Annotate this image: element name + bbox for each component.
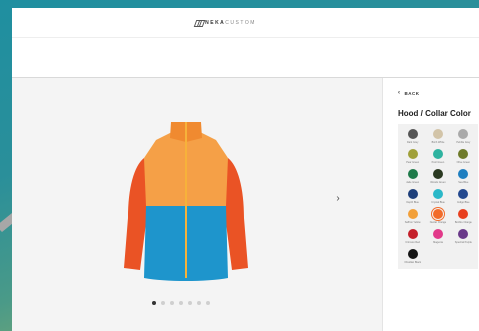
swatch-label: Jade Green (406, 181, 420, 184)
carousel-dot[interactable] (170, 301, 174, 305)
color-swatch[interactable]: Crimson Red (400, 229, 425, 244)
color-swatch[interactable]: Crystal Blue (425, 189, 450, 204)
carousel-dot[interactable] (179, 301, 183, 305)
swatch-circle (432, 189, 443, 199)
swatch-label: Sea Blue (458, 181, 469, 184)
swatch-circle (458, 229, 469, 239)
color-swatch[interactable]: Obsidian Black (400, 249, 425, 264)
top-bar: NEKACUSTOM (12, 8, 479, 38)
swatch-circle (432, 149, 443, 159)
color-swatch[interactable]: Saffron Yellow (400, 209, 425, 224)
swatch-circle (432, 209, 443, 219)
swatch-circle (407, 249, 418, 259)
swatch-circle (407, 189, 418, 199)
swatch-label: Crystal Blue (431, 201, 445, 204)
color-swatch[interactable]: Indigo Blue (451, 189, 476, 204)
color-swatch[interactable]: Depth Blue (400, 189, 425, 204)
swatch-label: Indigo Blue (457, 201, 470, 204)
swatch-label: Dark Grey (406, 141, 419, 144)
swatch-label: Obsidian Black (404, 261, 421, 264)
carousel-dot[interactable] (206, 301, 210, 305)
chevron-left-icon: ‹ (398, 90, 401, 96)
swatch-label: Woods Green (430, 181, 446, 184)
brand-logo[interactable]: NEKACUSTOM (195, 20, 256, 26)
chevron-right-icon[interactable]: › (332, 192, 344, 204)
color-swatch-grid: Dark Grey Birch White Pebble Grey Pear Gree… (398, 124, 478, 269)
swatch-circle (407, 169, 418, 179)
brand-logo-icon (195, 20, 202, 25)
swatch-circle (407, 209, 418, 219)
swatch-circle (432, 229, 443, 239)
swatch-label: Spectral Purple (454, 241, 472, 244)
swatch-label: Pebble Grey (456, 141, 471, 144)
swatch-circle (432, 129, 443, 139)
swatch-label: Bonfire Orange (454, 221, 472, 224)
color-swatch[interactable]: Dark Grey (400, 129, 425, 144)
swatch-circle (458, 169, 469, 179)
brand-name: NEKACUSTOM (205, 19, 256, 26)
swatch-label: Saffron Yellow (404, 221, 421, 224)
color-swatch[interactable]: Pool Green (425, 149, 450, 164)
swatch-label: Birch White (431, 141, 445, 144)
swatch-circle (458, 189, 469, 199)
swatch-label: Crimson Red (405, 241, 420, 244)
color-swatch[interactable]: Jade Green (400, 169, 425, 184)
color-swatch[interactable]: Bonfire Orange (451, 209, 476, 224)
swatch-circle (407, 129, 418, 139)
swatch-label: Magenta (433, 241, 443, 244)
color-swatch[interactable]: Woods Green (425, 169, 450, 184)
back-button[interactable]: ‹ BACK (398, 90, 479, 96)
swatch-label: Depth Blue (406, 201, 419, 204)
main-content: › ‹ BACK Hood / Collar Color Dark Grey Bi… (12, 78, 479, 331)
carousel-dot[interactable] (188, 301, 192, 305)
swatch-label: Pool Green (431, 161, 445, 164)
swatch-label: Pear Green (406, 161, 420, 164)
app-window: NEKACUSTOM › ‹ BACK Hood / Collar Color … (12, 8, 479, 331)
section-title: Hood / Collar Color (398, 109, 471, 118)
swatch-label: Olive Green (456, 161, 470, 164)
swatch-label: Nectar Orange (429, 221, 447, 224)
product-preview: › (12, 78, 382, 331)
carousel-dot[interactable] (152, 301, 156, 305)
color-swatch[interactable]: Spectral Purple (451, 229, 476, 244)
carousel-dots (152, 301, 210, 305)
color-swatch[interactable]: Birch White (425, 129, 450, 144)
swatch-circle (432, 169, 443, 179)
back-label: BACK (404, 90, 420, 96)
color-swatch[interactable]: Pear Green (400, 149, 425, 164)
color-swatch[interactable]: Sea Blue (451, 169, 476, 184)
jacket-image (124, 122, 248, 281)
carousel-dot[interactable] (197, 301, 201, 305)
color-swatch[interactable]: Magenta (425, 229, 450, 244)
swatch-circle (407, 229, 418, 239)
swatch-circle (458, 149, 469, 159)
swatch-circle (458, 129, 469, 139)
customization-panel: ‹ BACK Hood / Collar Color Dark Grey Birc… (382, 78, 479, 331)
sub-header (12, 38, 479, 78)
color-swatch[interactable]: Nectar Orange (425, 209, 450, 224)
color-swatch[interactable]: Pebble Grey (451, 129, 476, 144)
color-swatch[interactable]: Olive Green (451, 149, 476, 164)
carousel-dot[interactable] (161, 301, 165, 305)
swatch-circle (407, 149, 418, 159)
swatch-circle (458, 209, 469, 219)
